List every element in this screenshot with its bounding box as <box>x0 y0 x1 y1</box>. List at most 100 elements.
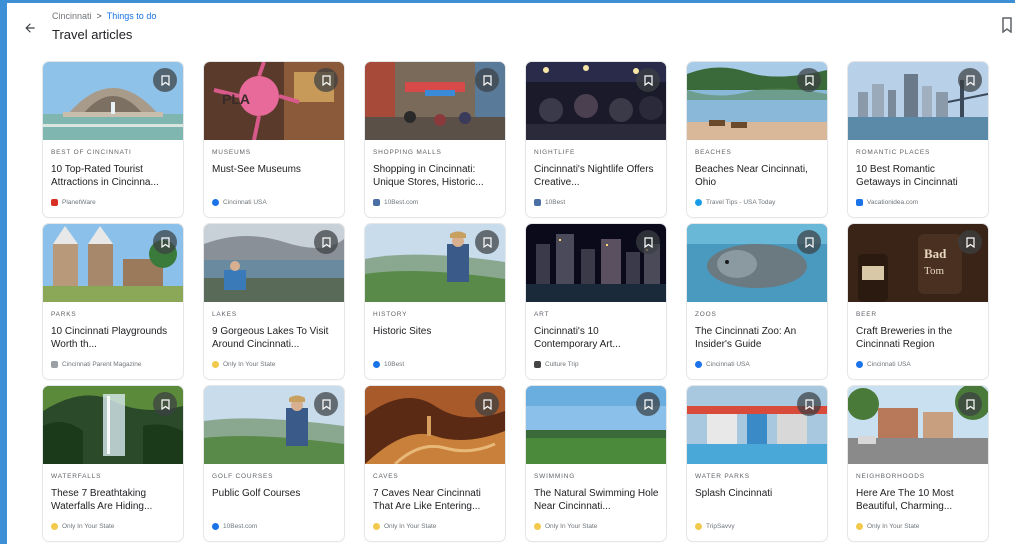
source-name: Only In Your State <box>384 523 437 530</box>
save-button[interactable] <box>797 68 821 92</box>
article-category: ROMANTIC PLACES <box>856 149 931 156</box>
breadcrumb-cincinnati[interactable]: Cincinnati <box>52 11 92 21</box>
article-category: HISTORY <box>373 311 408 318</box>
article-title[interactable]: Cincinnati's 10 Contemporary Art... <box>534 325 660 351</box>
article-card[interactable]: WATERFALLS These 7 Breathtaking Waterfal… <box>43 386 183 541</box>
article-card[interactable]: SHOPPING MALLS Shopping in Cincinnati: U… <box>365 62 505 217</box>
article-card[interactable]: SWIMMING The Natural Swimming Hole Near … <box>526 386 666 541</box>
article-title[interactable]: 9 Gorgeous Lakes To Visit Around Cincinn… <box>212 325 338 351</box>
article-title[interactable]: These 7 Breathtaking Waterfalls Are Hidi… <box>51 487 177 513</box>
article-thumbnail <box>526 62 666 140</box>
article-title[interactable]: Beaches Near Cincinnati, Ohio <box>695 163 821 189</box>
source-favicon <box>51 199 58 206</box>
article-title[interactable]: 10 Cincinnati Playgrounds Worth th... <box>51 325 177 351</box>
source-favicon <box>373 361 380 368</box>
save-button[interactable] <box>475 230 499 254</box>
save-button[interactable] <box>797 230 821 254</box>
article-category: LAKES <box>212 311 237 318</box>
article-category: WATER PARKS <box>695 473 750 480</box>
svg-text:Bad: Bad <box>924 246 947 261</box>
source-name: 10Best.com <box>384 199 419 206</box>
article-card[interactable]: ZOOS The Cincinnati Zoo: An Insider's Gu… <box>687 224 827 379</box>
save-button[interactable] <box>314 392 338 416</box>
article-title[interactable]: Historic Sites <box>373 325 499 351</box>
bookmark-icon <box>965 74 975 86</box>
source-name: 10Best.com <box>223 523 258 530</box>
source-name: Only In Your State <box>223 361 276 368</box>
article-title[interactable]: Public Golf Courses <box>212 487 338 513</box>
save-button[interactable] <box>958 230 982 254</box>
article-title[interactable]: Splash Cincinnati <box>695 487 821 513</box>
article-category: BEST OF CINCINNATI <box>51 149 132 156</box>
article-source: Cincinnati Parent Magazine <box>51 361 142 368</box>
save-button[interactable] <box>636 230 660 254</box>
bookmark-icon <box>160 74 170 86</box>
source-name: 10Best <box>384 361 405 368</box>
source-favicon <box>212 361 219 368</box>
breadcrumb-things-to-do[interactable]: Things to do <box>107 11 157 21</box>
article-source: Vacationidea.com <box>856 199 918 206</box>
source-name: 10Best <box>545 199 566 206</box>
save-button[interactable] <box>153 230 177 254</box>
save-button[interactable] <box>475 68 499 92</box>
source-name: Only In Your State <box>545 523 598 530</box>
source-favicon <box>695 523 702 530</box>
article-card[interactable]: BEST OF CINCINNATI 10 Top-Rated Tourist … <box>43 62 183 217</box>
article-card[interactable]: NIGHTLIFE Cincinnati's Nightlife Offers … <box>526 62 666 217</box>
source-favicon <box>212 199 219 206</box>
article-title[interactable]: 7 Caves Near Cincinnati That Are Like En… <box>373 487 499 513</box>
article-source: Only In Your State <box>534 523 597 530</box>
article-title[interactable]: Craft Breweries in the Cincinnati Region <box>856 325 982 351</box>
svg-text:Tom: Tom <box>924 265 944 277</box>
article-card[interactable]: ROMANTIC PLACES 10 Best Romantic Getaway… <box>848 62 988 217</box>
save-button[interactable] <box>797 392 821 416</box>
article-source: Only In Your State <box>212 361 275 368</box>
source-favicon <box>212 523 219 530</box>
article-category: NEIGHBORHOODS <box>856 473 925 480</box>
article-thumbnail <box>687 386 827 464</box>
save-button[interactable] <box>636 392 660 416</box>
article-card[interactable]: GOLF COURSES Public Golf Courses 10Best.… <box>204 386 344 541</box>
article-card[interactable]: WATER PARKS Splash Cincinnati TripSavvy <box>687 386 827 541</box>
save-button[interactable] <box>314 230 338 254</box>
article-title[interactable]: Here Are The 10 Most Beautiful, Charming… <box>856 487 982 513</box>
source-favicon <box>856 361 863 368</box>
save-button[interactable] <box>153 68 177 92</box>
save-button[interactable] <box>153 392 177 416</box>
article-category: SWIMMING <box>534 473 576 480</box>
article-title[interactable]: The Natural Swimming Hole Near Cincinnat… <box>534 487 660 513</box>
article-title[interactable]: 10 Top-Rated Tourist Attractions in Cinc… <box>51 163 177 189</box>
article-title[interactable]: 10 Best Romantic Getaways in Cincinnati <box>856 163 982 189</box>
article-card[interactable]: HISTORY Historic Sites 10Best <box>365 224 505 379</box>
article-title[interactable]: Must-See Museums <box>212 163 338 189</box>
save-button[interactable] <box>958 68 982 92</box>
article-title[interactable]: Cincinnati's Nightlife Offers Creative..… <box>534 163 660 189</box>
article-category: ART <box>534 311 550 318</box>
article-card[interactable]: Bad Tom BEER Craft Breweries in the Cinc… <box>848 224 988 379</box>
article-card[interactable]: PLA MUSEUMS Must-See Museums Cincinnati … <box>204 62 344 217</box>
article-category: NIGHTLIFE <box>534 149 576 156</box>
bookmark-icon <box>321 236 331 248</box>
article-thumbnail <box>43 386 183 464</box>
article-card[interactable]: LAKES 9 Gorgeous Lakes To Visit Around C… <box>204 224 344 379</box>
save-button[interactable] <box>958 392 982 416</box>
save-button[interactable] <box>475 392 499 416</box>
article-card[interactable]: CAVES 7 Caves Near Cincinnati That Are L… <box>365 386 505 541</box>
article-source: TripSavvy <box>695 523 735 530</box>
article-source: Cincinnati USA <box>212 199 267 206</box>
source-name: Cincinnati Parent Magazine <box>62 361 142 368</box>
article-source: 10Best <box>373 361 404 368</box>
bookmark-icon <box>643 74 653 86</box>
article-card[interactable]: BEACHES Beaches Near Cincinnati, Ohio Tr… <box>687 62 827 217</box>
back-button[interactable] <box>19 17 41 39</box>
source-favicon <box>534 523 541 530</box>
save-button[interactable] <box>314 68 338 92</box>
bookmark-outline-icon[interactable] <box>1001 17 1013 33</box>
save-button[interactable] <box>636 68 660 92</box>
article-card[interactable]: ART Cincinnati's 10 Contemporary Art... … <box>526 224 666 379</box>
article-title[interactable]: Shopping in Cincinnati: Unique Stores, H… <box>373 163 499 189</box>
article-card[interactable]: NEIGHBORHOODS Here Are The 10 Most Beaut… <box>848 386 988 541</box>
article-category: MUSEUMS <box>212 149 251 156</box>
article-card[interactable]: PARKS 10 Cincinnati Playgrounds Worth th… <box>43 224 183 379</box>
article-title[interactable]: The Cincinnati Zoo: An Insider's Guide <box>695 325 821 351</box>
